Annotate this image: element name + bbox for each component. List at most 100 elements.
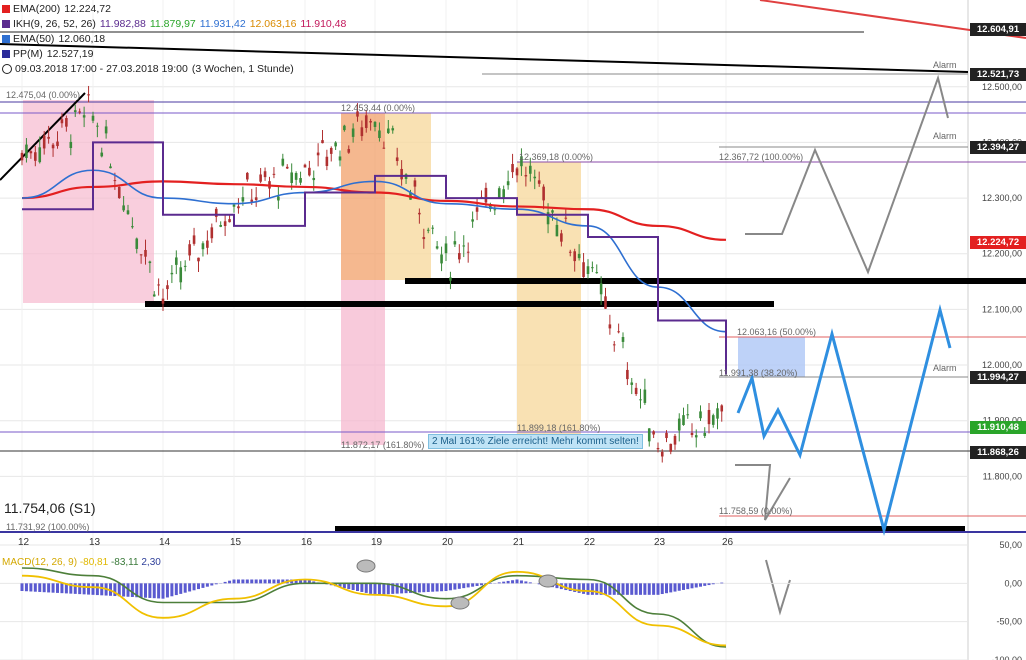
candle-body: [703, 432, 707, 436]
macd-bar: [595, 583, 599, 595]
candle-body: [42, 135, 46, 149]
candle-body: [338, 156, 342, 161]
macd-value-3: 2,30: [141, 557, 161, 568]
macd-bar: [347, 583, 351, 590]
macd-bar: [369, 583, 373, 594]
y-tick-label: 12.100,00: [982, 304, 1022, 314]
macd-bar: [656, 583, 660, 595]
macd-bar: [515, 579, 519, 584]
ema200-swatch-icon: [2, 5, 10, 14]
ikh-value-5: 11.910,48: [300, 18, 347, 30]
candle-body: [228, 219, 231, 223]
macd-bar: [480, 583, 483, 586]
macd-bar: [360, 583, 364, 592]
candle-body: [484, 187, 488, 203]
ikh-value-2: 11.879,97: [149, 18, 196, 30]
candle-body: [643, 389, 647, 403]
macd-bar: [440, 583, 444, 592]
macd-bar: [665, 583, 668, 594]
y-tick-label: 12.300,00: [982, 193, 1022, 203]
ema50-label: EMA(50): [13, 33, 55, 45]
candle-body: [277, 196, 280, 201]
candle-body: [148, 261, 152, 264]
macd-value-1: -80,81: [79, 557, 109, 568]
macd-bar: [422, 583, 426, 593]
candle-body: [449, 277, 452, 281]
candle-body: [25, 144, 28, 158]
candle-body: [96, 125, 99, 127]
candle-body: [87, 94, 90, 96]
date-label-15: 15: [230, 537, 242, 548]
candle-body: [506, 181, 510, 186]
candle-body: [192, 235, 196, 244]
candle-body: [20, 152, 24, 161]
legend-ema50[interactable]: EMA(50) 12.060,18: [2, 32, 346, 47]
candle-body: [73, 110, 77, 113]
annotation-12369: 12.369,18 (0.00%): [519, 152, 594, 162]
candle-body: [699, 411, 702, 419]
macd-bar: [604, 583, 607, 595]
macd-bar: [395, 583, 399, 594]
legend-ikh[interactable]: IKH(9, 26, 52, 26) 11.982,88 11.879,97 11.9…: [2, 17, 346, 32]
date-label-23: 23: [654, 537, 666, 548]
candle-body: [104, 126, 108, 134]
macd-bar: [694, 583, 698, 588]
macd-bar: [263, 579, 267, 584]
candle-body: [82, 115, 86, 118]
macd-bar: [144, 583, 147, 598]
date-label-20: 20: [442, 537, 454, 548]
candle-body: [595, 272, 599, 274]
y-tick-label: 12.500,00: [982, 82, 1022, 92]
macd-bar: [33, 583, 37, 592]
macd-bar: [373, 583, 377, 595]
macd-bar: [165, 583, 169, 598]
candle-body: [453, 241, 457, 245]
macd-bar: [272, 579, 276, 584]
candle-body: [382, 147, 386, 149]
alarm-label-2[interactable]: Alarm: [933, 131, 957, 141]
candle-body: [152, 294, 156, 297]
macd-bar: [60, 583, 64, 594]
macd-bar: [87, 583, 91, 595]
candle-body: [604, 296, 607, 309]
macd-bar: [356, 583, 359, 591]
candle-body: [290, 172, 293, 183]
candle-body: [303, 164, 307, 168]
candle-body: [197, 257, 200, 262]
legend-pp[interactable]: PP(M) 12.527,19: [2, 47, 346, 62]
macd-bar: [214, 583, 218, 585]
candle-body: [497, 188, 501, 198]
date-label-14: 14: [159, 537, 171, 548]
macd-bar: [643, 583, 647, 595]
candle-body: [308, 167, 311, 176]
macd-bar: [210, 583, 214, 586]
macd-bar: [364, 583, 368, 593]
alarm-label-3[interactable]: Alarm: [933, 363, 957, 373]
annotation-11899: 11.899,18 (161.80%): [517, 423, 601, 433]
macd-bar: [497, 582, 501, 584]
macd-legend[interactable]: MACD(12, 26, 9) -80,81 -83,11 2,30: [2, 557, 161, 568]
price-tag-11868: 11.868,26: [970, 446, 1026, 459]
price-tag-12604: 12.604,91: [970, 23, 1026, 36]
candle-body: [707, 409, 711, 425]
candle-body: [144, 249, 147, 257]
macd-bar: [152, 583, 156, 599]
candle-body: [34, 152, 37, 161]
macd-bar: [528, 582, 532, 584]
candle-body: [321, 140, 324, 144]
candle-body: [665, 432, 668, 439]
candle-body: [369, 121, 372, 123]
candle-body: [400, 168, 403, 180]
alarm-label-1[interactable]: Alarm: [933, 60, 957, 70]
macd-bar: [148, 583, 152, 598]
macd-bar: [502, 581, 506, 584]
legend-ema200[interactable]: EMA(200) 12.224,72: [2, 2, 346, 17]
candle-body: [694, 435, 698, 438]
date-label-26: 26: [722, 537, 734, 548]
legend-period[interactable]: 09.03.2018 17:00 - 27.03.2018 19:00 (3 Wo…: [2, 62, 346, 77]
candle-body: [254, 197, 258, 200]
candle-body: [294, 173, 298, 180]
candle-body: [325, 156, 329, 166]
candle-body: [502, 189, 505, 198]
macd-bar: [453, 583, 457, 590]
